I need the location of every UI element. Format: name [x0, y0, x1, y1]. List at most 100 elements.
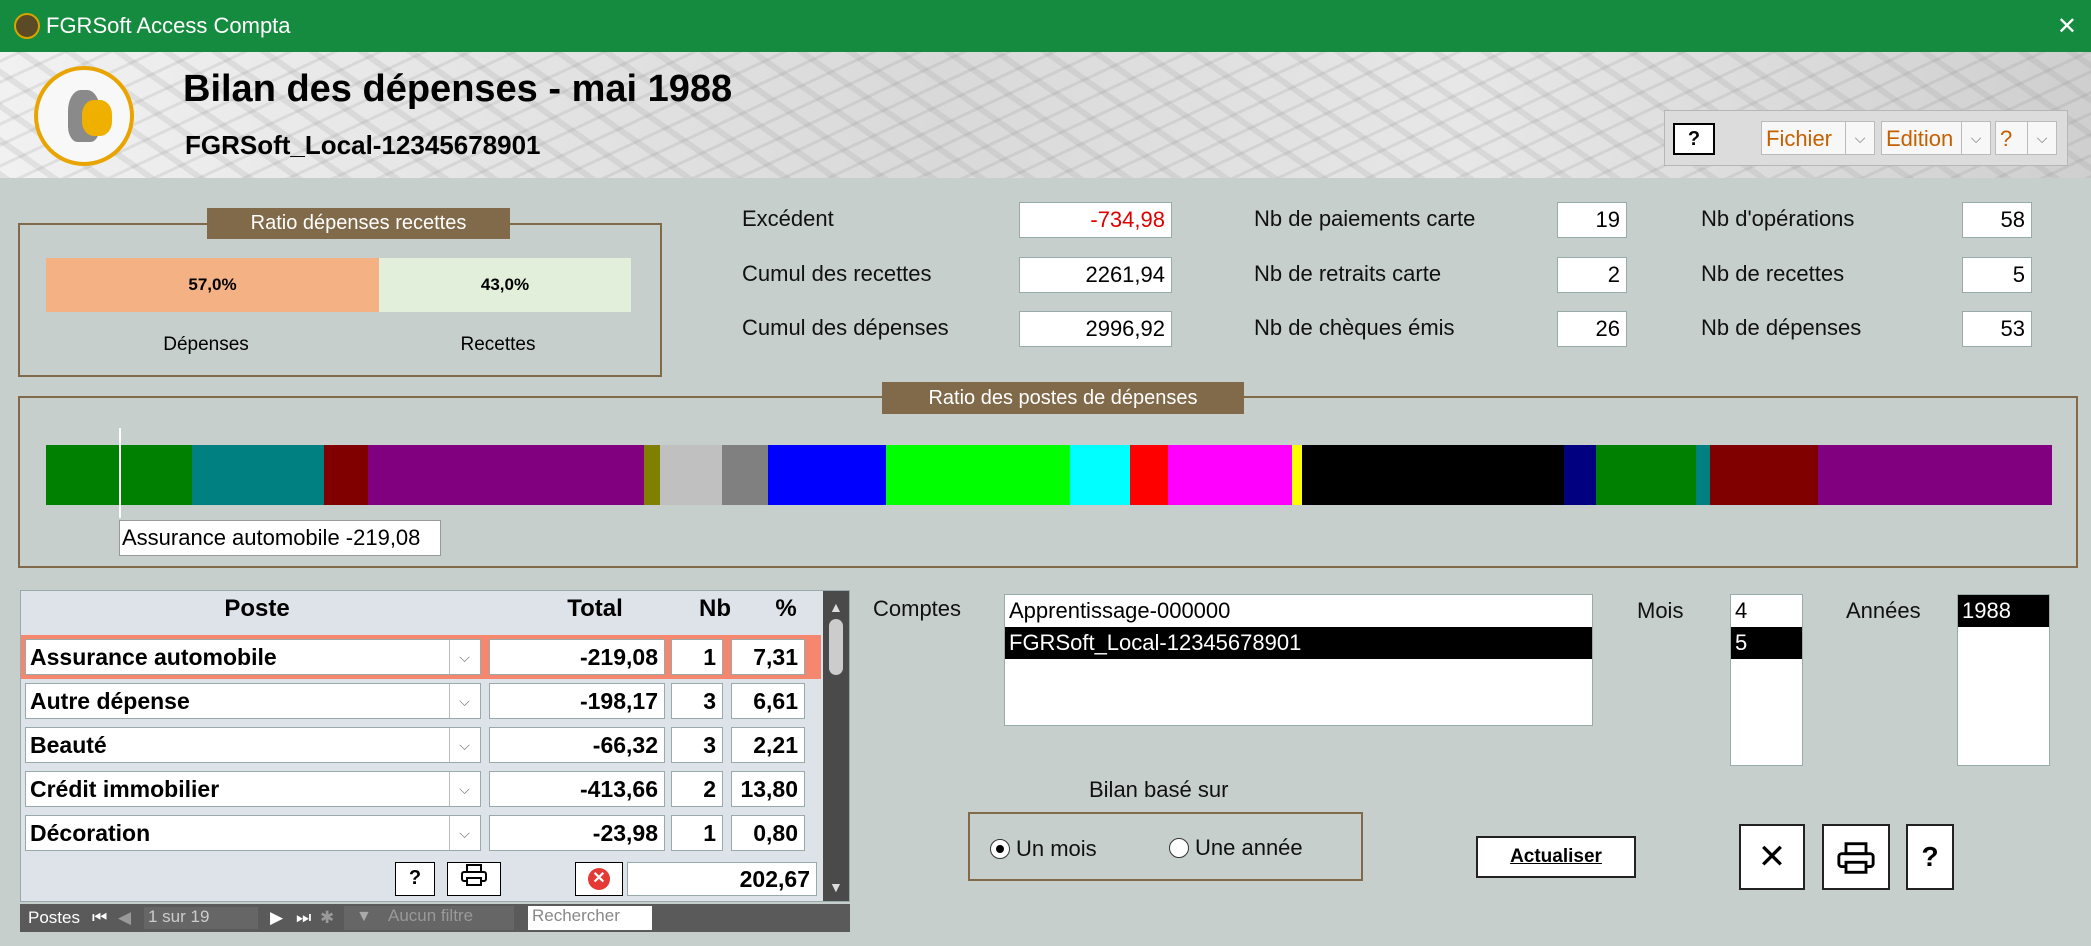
poste-cell[interactable]: Beauté: [25, 727, 481, 763]
table-row[interactable]: Beauté ⌵ -66,32 3 2,21: [21, 723, 821, 767]
annees-list[interactable]: 1988: [1957, 594, 2050, 766]
grid-scrollbar[interactable]: ▲ ▼: [823, 591, 849, 901]
poste-segment[interactable]: [1302, 445, 1564, 505]
pct-cell[interactable]: 0,80: [731, 815, 805, 851]
header-banner: Bilan des dépenses - mai 1988 FGRSoft_Lo…: [0, 52, 2091, 178]
segment-cursor: [119, 428, 121, 518]
table-row[interactable]: Crédit immobilier ⌵ -413,66 2 13,80: [21, 767, 821, 811]
mois-item[interactable]: 4: [1731, 595, 1802, 627]
prev-record-icon[interactable]: ◀: [118, 908, 131, 928]
excedent-field[interactable]: -734,98: [1019, 202, 1172, 238]
grid-total-field[interactable]: 202,67: [627, 862, 817, 896]
comptes-item[interactable]: Apprentissage-000000: [1005, 595, 1592, 627]
nb-cell[interactable]: 3: [671, 727, 723, 763]
table-row[interactable]: Autre dépense ⌵ -198,17 3 6,61: [21, 679, 821, 723]
poste-cell[interactable]: Crédit immobilier: [25, 771, 481, 807]
pct-cell[interactable]: 2,21: [731, 727, 805, 763]
print-button[interactable]: [1822, 824, 1890, 890]
poste-segment[interactable]: [324, 445, 368, 505]
actualiser-button[interactable]: Actualiser: [1476, 836, 1636, 878]
poste-segment[interactable]: [886, 445, 1070, 505]
poste-cell[interactable]: Décoration: [25, 815, 481, 851]
grid-help-button[interactable]: ?: [395, 862, 435, 896]
nb-depenses-field[interactable]: 53: [1962, 311, 2032, 347]
retraits-carte-field[interactable]: 2: [1557, 257, 1627, 293]
total-cell[interactable]: -23,98: [489, 815, 665, 851]
postes-ratio-bar[interactable]: [46, 445, 2052, 505]
table-row[interactable]: Assurance automobile ⌵ -219,08 1 7,31: [21, 635, 821, 679]
poste-segment[interactable]: [1168, 445, 1292, 505]
cumul-depenses-field[interactable]: 2996,92: [1019, 311, 1172, 347]
poste-segment[interactable]: [768, 445, 886, 505]
poste-cell[interactable]: Autre dépense: [25, 683, 481, 719]
first-record-icon[interactable]: ⏮: [92, 908, 107, 928]
page-title: Bilan des dépenses - mai 1988: [183, 68, 733, 110]
chevron-down-icon[interactable]: ⌵: [449, 684, 479, 718]
table-row[interactable]: Décoration ⌵ -23,98 1 0,80: [21, 811, 821, 855]
mois-list[interactable]: 45: [1730, 594, 1803, 766]
nb-cell[interactable]: 1: [671, 815, 723, 851]
option-une-annee[interactable]: Une année: [1169, 835, 1303, 861]
menu-fichier[interactable]: Fichier ⌵: [1761, 121, 1875, 155]
chevron-down-icon[interactable]: ⌵: [449, 772, 479, 806]
next-record-icon[interactable]: ▶: [270, 908, 283, 928]
total-cell[interactable]: -66,32: [489, 727, 665, 763]
new-record-icon[interactable]: ✱: [320, 908, 334, 928]
annees-item[interactable]: 1988: [1958, 595, 2049, 627]
chevron-down-icon[interactable]: ⌵: [449, 640, 479, 674]
poste-segment[interactable]: [192, 445, 324, 505]
pct-cell[interactable]: 7,31: [731, 639, 805, 675]
header-help-button[interactable]: ?: [1673, 123, 1715, 155]
window-close-button[interactable]: ✕: [2057, 12, 2077, 41]
poste-segment[interactable]: [722, 445, 768, 505]
nb-recettes-field[interactable]: 5: [1962, 257, 2032, 293]
pct-cell[interactable]: 6,61: [731, 683, 805, 719]
option-un-mois[interactable]: Un mois: [990, 836, 1097, 862]
search-input[interactable]: Rechercher: [528, 906, 652, 930]
record-counter[interactable]: 1 sur 19: [144, 907, 258, 929]
cheques-emis-field[interactable]: 26: [1557, 311, 1627, 347]
poste-segment[interactable]: [1596, 445, 1696, 505]
nb-operations-field[interactable]: 58: [1962, 202, 2032, 238]
nb-recettes-label: Nb de recettes: [1701, 261, 1845, 286]
record-navigation: Postes ⏮ ◀ 1 sur 19 ▶ ⏭ ✱ Aucun filtre ▼…: [20, 904, 850, 932]
poste-segment[interactable]: [368, 445, 644, 505]
total-cell[interactable]: -413,66: [489, 771, 665, 807]
menu-edition[interactable]: Edition ⌵: [1881, 121, 1991, 155]
close-button[interactable]: ✕: [1739, 824, 1805, 890]
scroll-up-icon[interactable]: ▲: [829, 599, 843, 615]
comptes-item[interactable]: FGRSoft_Local-12345678901: [1005, 627, 1592, 659]
paiements-carte-field[interactable]: 19: [1557, 202, 1627, 238]
poste-segment[interactable]: [1070, 445, 1130, 505]
scroll-down-icon[interactable]: ▼: [829, 879, 843, 895]
grid-clear-button[interactable]: ✕: [575, 862, 623, 896]
poste-segment[interactable]: [1818, 445, 2052, 505]
page-subtitle: FGRSoft_Local-12345678901: [185, 130, 541, 160]
nb-cell[interactable]: 2: [671, 771, 723, 807]
mois-item[interactable]: 5: [1731, 627, 1802, 659]
scroll-thumb[interactable]: [829, 619, 843, 675]
poste-segment[interactable]: [1710, 445, 1818, 505]
nav-label: Postes: [28, 908, 80, 927]
chevron-down-icon[interactable]: ⌵: [449, 816, 479, 850]
total-cell[interactable]: -198,17: [489, 683, 665, 719]
grid-print-button[interactable]: [447, 862, 501, 896]
menu-help[interactable]: ? ⌵: [1995, 121, 2057, 155]
help-button[interactable]: ?: [1906, 824, 1954, 890]
recettes-ratio-segment: 43,0%: [379, 258, 631, 312]
pct-cell[interactable]: 13,80: [731, 771, 805, 807]
poste-segment[interactable]: [1292, 445, 1302, 505]
last-record-icon[interactable]: ⏭: [296, 908, 311, 928]
poste-segment[interactable]: [644, 445, 660, 505]
chevron-down-icon[interactable]: ⌵: [449, 728, 479, 762]
nb-cell[interactable]: 3: [671, 683, 723, 719]
poste-cell[interactable]: Assurance automobile: [25, 639, 481, 675]
nb-cell[interactable]: 1: [671, 639, 723, 675]
poste-segment[interactable]: [660, 445, 722, 505]
cumul-recettes-field[interactable]: 2261,94: [1019, 257, 1172, 293]
comptes-list[interactable]: Apprentissage-000000 FGRSoft_Local-123456…: [1004, 594, 1593, 726]
poste-segment[interactable]: [1696, 445, 1710, 505]
poste-segment[interactable]: [1564, 445, 1596, 505]
total-cell[interactable]: -219,08: [489, 639, 665, 675]
poste-segment[interactable]: [1130, 445, 1168, 505]
